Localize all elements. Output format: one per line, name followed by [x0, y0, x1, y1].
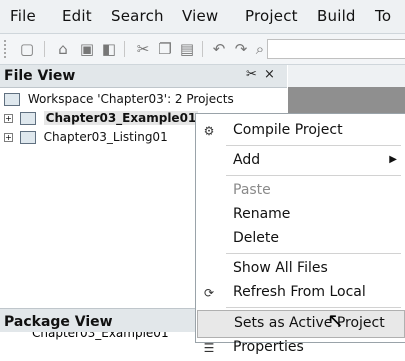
save-icon[interactable]: ▣	[78, 40, 96, 58]
toolbar-separator	[202, 41, 203, 57]
menu-item-label: Sets as Active Project	[234, 315, 385, 331]
project-icon	[19, 131, 36, 144]
expand-icon[interactable]: +	[4, 114, 13, 123]
menu-item-label: Refresh From Local	[233, 284, 366, 300]
project-node-listing01[interactable]: + Chapter03_Listing01	[4, 130, 168, 144]
mouse-cursor-icon: ↖	[327, 308, 344, 332]
close-icon[interactable]: ×	[264, 67, 275, 82]
project-icon	[19, 112, 36, 125]
menu-item-refresh-from-local[interactable]: ⟳ Refresh From Local	[197, 280, 405, 306]
workspace-label: Workspace 'Chapter03': 2 Projects	[27, 92, 234, 106]
menu-item-label: Properties	[233, 339, 304, 355]
menu-separator	[226, 307, 401, 308]
menu-item-delete[interactable]: Delete	[197, 226, 405, 252]
menu-item-compile-project[interactable]: ⚙ Compile Project	[197, 118, 405, 144]
project-node-example01[interactable]: + Chapter03_Example01	[4, 111, 199, 125]
cut-icon[interactable]: ✂	[134, 40, 152, 58]
toolbar-separator	[124, 41, 125, 57]
editor-tab-area	[288, 65, 405, 88]
menu-item-label: Show All Files	[233, 260, 328, 276]
file-view-header: File View ✂ ×	[0, 65, 287, 88]
menu-item-rename[interactable]: Rename	[197, 202, 405, 228]
save-all-icon[interactable]: ◧	[100, 40, 118, 58]
context-menu: ⚙ Compile Project Add ▶ Paste Rename Del…	[195, 113, 405, 355]
menu-file[interactable]: File	[10, 7, 36, 25]
file-view-title: File View	[4, 68, 76, 84]
submenu-arrow-icon: ▶	[389, 154, 397, 165]
toolbar-search-input[interactable]	[267, 39, 405, 59]
menu-tools[interactable]: To	[375, 7, 391, 25]
redo-icon[interactable]: ↷	[232, 40, 250, 58]
undo-icon[interactable]: ↶	[210, 40, 228, 58]
menu-search[interactable]: Search	[111, 7, 164, 25]
menu-item-label: Compile Project	[233, 122, 343, 138]
menu-edit[interactable]: Edit	[62, 7, 92, 25]
properties-icon: ☰	[203, 341, 215, 355]
menu-item-set-active-project[interactable]: Sets as Active Project	[197, 310, 405, 338]
toolbar-separator	[44, 41, 45, 57]
menu-item-label: Delete	[233, 230, 279, 246]
project-label-listing01: Chapter03_Listing01	[43, 130, 168, 144]
menu-item-label: Paste	[233, 182, 271, 198]
toolbar: ▢ ⌂ ▣ ◧ ✂ ❐ ▤ ↶ ↷ ⌕	[0, 34, 405, 65]
menu-item-add[interactable]: Add ▶	[197, 148, 405, 174]
paste-icon[interactable]: ▤	[178, 40, 196, 58]
compile-icon: ⚙	[203, 124, 215, 138]
menu-separator	[226, 175, 401, 176]
menu-item-paste: Paste	[197, 178, 405, 204]
menu-item-show-all-files[interactable]: Show All Files	[197, 256, 405, 282]
refresh-icon: ⟳	[203, 286, 215, 300]
menu-view[interactable]: View	[182, 7, 218, 25]
package-view-title: Package View	[4, 314, 113, 330]
menu-item-label: Rename	[233, 206, 291, 222]
new-file-icon[interactable]: ▢	[18, 40, 36, 58]
expand-icon[interactable]: +	[4, 133, 13, 142]
menu-project[interactable]: Project	[245, 7, 298, 25]
workspace-node[interactable]: Workspace 'Chapter03': 2 Projects	[4, 92, 234, 106]
pin-icon[interactable]: ✂	[246, 67, 257, 82]
menu-separator	[226, 253, 401, 254]
menu-item-properties[interactable]: ☰ Properties	[197, 335, 405, 361]
package-row-label: Chapter03_Example01	[32, 332, 169, 340]
workspace-icon	[4, 93, 20, 106]
menu-bar: File Edit Search View Project Build To	[0, 0, 405, 34]
menu-separator	[226, 145, 401, 146]
menu-build[interactable]: Build	[317, 7, 356, 25]
menu-item-label: Add	[233, 152, 261, 168]
project-label-example01: Chapter03_Example01	[43, 111, 199, 125]
toolbar-grip[interactable]	[4, 40, 9, 58]
copy-icon[interactable]: ❐	[156, 40, 174, 58]
open-folder-icon[interactable]: ⌂	[54, 40, 72, 58]
